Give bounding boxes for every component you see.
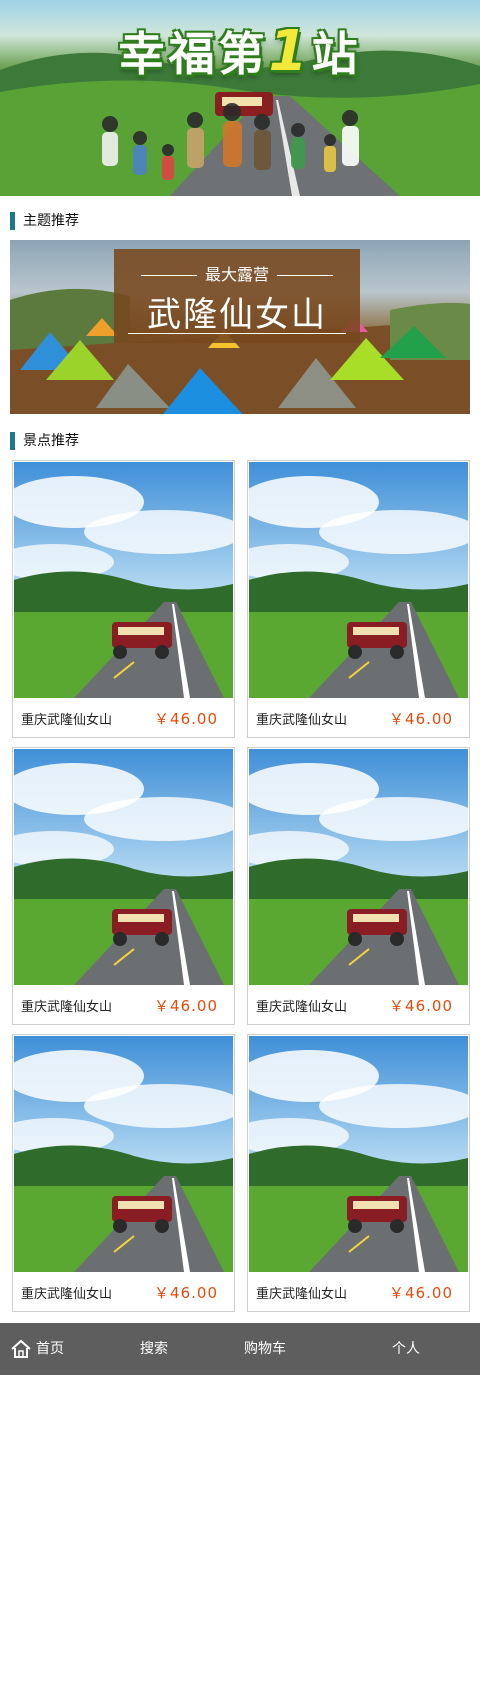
theme-banner-camping[interactable]: 最大露营 武隆仙女山 bbox=[10, 240, 470, 414]
scenic-road-train-image bbox=[249, 462, 468, 698]
product-price: ￥46.00 bbox=[389, 1284, 453, 1302]
product-image[interactable] bbox=[249, 1036, 468, 1272]
hero-title: 幸福第1站 bbox=[118, 19, 362, 84]
scenic-road-train-image bbox=[249, 749, 468, 985]
product-card[interactable]: 重庆武隆仙女山 ￥46.00 bbox=[247, 747, 470, 1025]
product-card[interactable]: 重庆武隆仙女山 ￥46.00 bbox=[12, 1034, 235, 1312]
theme-banner-title: 武隆仙女山 bbox=[147, 295, 327, 335]
product-price: ￥46.00 bbox=[389, 997, 453, 1015]
product-price: ￥46.00 bbox=[154, 710, 218, 728]
nav-home[interactable]: 首页 bbox=[0, 1323, 100, 1375]
product-image[interactable] bbox=[14, 749, 233, 985]
product-card[interactable]: 重庆武隆仙女山 ￥46.00 bbox=[12, 460, 235, 738]
section-title-theme: 主题推荐 bbox=[10, 212, 79, 230]
product-card[interactable]: 重庆武隆仙女山 ￥46.00 bbox=[247, 460, 470, 738]
theme-banner-divider bbox=[128, 333, 346, 334]
product-name: 重庆武隆仙女山 bbox=[21, 1287, 113, 1302]
bottom-nav: 首页 搜索 购物车 个人 bbox=[0, 1323, 480, 1375]
theme-banner-caption: 最大露营 武隆仙女山 bbox=[114, 249, 360, 343]
product-price: ￥46.00 bbox=[154, 1284, 218, 1302]
house-icon bbox=[11, 1339, 31, 1358]
product-name: 重庆武隆仙女山 bbox=[21, 1000, 113, 1015]
nav-cart[interactable]: 购物车 bbox=[244, 1323, 286, 1375]
product-card[interactable]: 重庆武隆仙女山 ￥46.00 bbox=[12, 747, 235, 1025]
product-image[interactable] bbox=[14, 462, 233, 698]
product-name: 重庆武隆仙女山 bbox=[256, 1000, 348, 1015]
product-price: ￥46.00 bbox=[154, 997, 218, 1015]
nav-search[interactable]: 搜索 bbox=[140, 1323, 168, 1375]
product-name: 重庆武隆仙女山 bbox=[21, 713, 113, 728]
hero-banner[interactable]: 幸福第1站 bbox=[0, 0, 480, 196]
nav-home-label: 首页 bbox=[36, 1341, 64, 1357]
scenic-road-train-image bbox=[14, 462, 233, 698]
scenic-road-train-image bbox=[249, 1036, 468, 1272]
product-price: ￥46.00 bbox=[389, 710, 453, 728]
product-image[interactable] bbox=[249, 462, 468, 698]
scenic-road-train-image bbox=[14, 749, 233, 985]
product-image[interactable] bbox=[14, 1036, 233, 1272]
theme-banner-subtitle: 最大露营 bbox=[114, 261, 360, 285]
product-name: 重庆武隆仙女山 bbox=[256, 1287, 348, 1302]
section-title-spots: 景点推荐 bbox=[10, 432, 79, 450]
product-name: 重庆武隆仙女山 bbox=[256, 713, 348, 728]
product-image[interactable] bbox=[249, 749, 468, 985]
scenic-road-train-image bbox=[14, 1036, 233, 1272]
product-card[interactable]: 重庆武隆仙女山 ￥46.00 bbox=[247, 1034, 470, 1312]
nav-profile[interactable]: 个人 bbox=[392, 1323, 420, 1375]
